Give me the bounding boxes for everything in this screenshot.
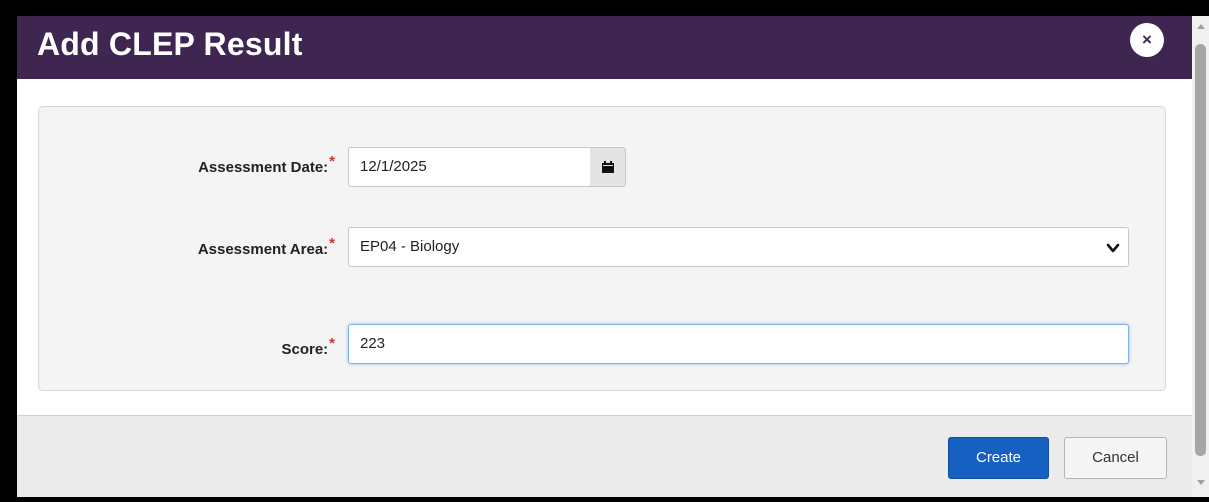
assessment-area-label: Assessment Area:* [197, 235, 335, 258]
score-value: 223 [360, 335, 386, 352]
add-clep-result-dialog: Add CLEP Result × Assessment Date:* 12/1… [17, 16, 1192, 497]
required-marker: * [329, 335, 335, 352]
score-label: Score:* [281, 335, 335, 358]
dialog-footer: Create Cancel [17, 415, 1192, 497]
form-panel: Assessment Date:* 12/1/2025 Assessment A… [38, 106, 1166, 391]
required-marker: * [329, 153, 335, 170]
vertical-scrollbar[interactable] [1192, 16, 1209, 497]
assessment-date-value: 12/1/2025 [360, 158, 427, 175]
dialog-titlebar: Add CLEP Result × [17, 16, 1192, 79]
dialog-body: Assessment Date:* 12/1/2025 Assessment A… [17, 79, 1192, 415]
score-input[interactable]: 223 [348, 324, 1129, 364]
create-button[interactable]: Create [948, 437, 1049, 479]
assessment-area-label-text: Assessment Area: [197, 241, 329, 258]
cancel-button[interactable]: Cancel [1064, 437, 1167, 479]
required-marker: * [329, 235, 335, 252]
assessment-date-input[interactable]: 12/1/2025 [348, 147, 591, 187]
calendar-button[interactable] [590, 147, 626, 187]
dialog-title: Add CLEP Result [37, 26, 303, 62]
assessment-area-label-wrap: Assessment Area:* [39, 235, 335, 261]
assessment-date-label: Assessment Date:* [198, 153, 335, 176]
assessment-date-label-wrap: Assessment Date:* [39, 153, 335, 179]
assessment-date-label-text: Assessment Date: [198, 159, 329, 176]
scroll-up-arrow-icon[interactable] [1197, 24, 1205, 29]
assessment-area-select[interactable]: EP04 - Biology [348, 227, 1129, 267]
score-label-text: Score: [281, 341, 329, 358]
calendar-icon [602, 161, 614, 173]
scroll-down-arrow-icon[interactable] [1197, 480, 1205, 485]
assessment-area-selected: EP04 - Biology [360, 238, 460, 255]
scroll-thumb[interactable] [1195, 44, 1206, 456]
close-icon[interactable]: × [1130, 23, 1164, 57]
score-label-wrap: Score:* [39, 335, 335, 361]
chevron-down-icon [1106, 243, 1120, 253]
screen-frame: Add CLEP Result × Assessment Date:* 12/1… [0, 0, 1209, 502]
